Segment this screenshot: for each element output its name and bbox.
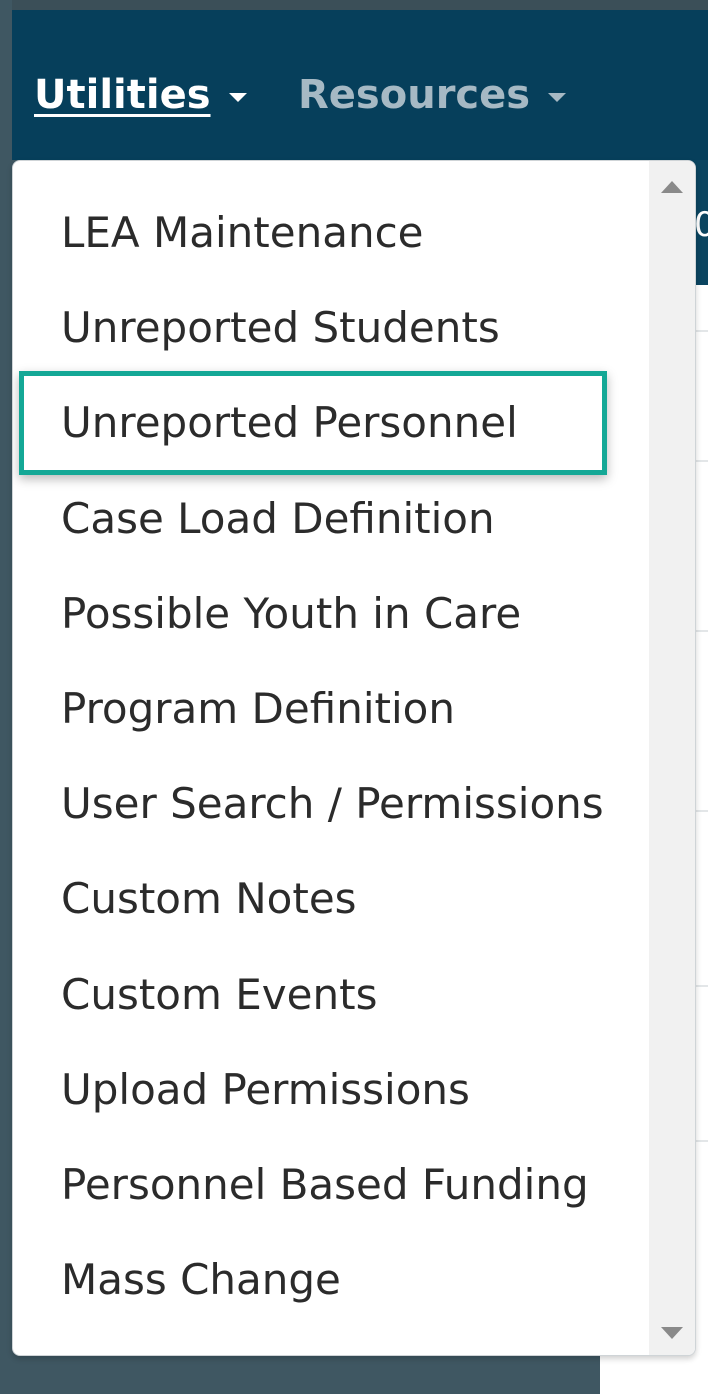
menu-item-user-search-permissions[interactable]: User Search / Permissions <box>13 756 653 851</box>
menu-item-possible-youth-in-care[interactable]: Possible Youth in Care <box>13 566 653 661</box>
top-navbar: Utilities Resources <box>12 0 708 160</box>
menu-item-unreported-personnel[interactable]: Unreported Personnel <box>13 375 653 470</box>
menu-item-personnel-based-funding[interactable]: Personnel Based Funding <box>13 1137 653 1232</box>
scroll-up-arrow-icon[interactable] <box>661 181 683 193</box>
utilities-dropdown-menu: LEA Maintenance Unreported Students Unre… <box>12 160 696 1356</box>
menu-item-custom-events[interactable]: Custom Events <box>13 947 653 1042</box>
nav-resources-label: Resources <box>298 72 531 118</box>
page-edge <box>0 0 12 1394</box>
menu-item-unreported-students[interactable]: Unreported Students <box>13 280 653 375</box>
caret-down-icon <box>548 92 567 102</box>
menu-item-case-load-definition[interactable]: Case Load Definition <box>13 471 653 566</box>
dropdown-scrollbar[interactable] <box>649 161 695 1355</box>
menu-item-custom-notes[interactable]: Custom Notes <box>13 851 653 946</box>
navbar-top-edge <box>12 0 708 10</box>
nav-utilities-label: Utilities <box>34 72 211 118</box>
menu-item-upload-permissions[interactable]: Upload Permissions <box>13 1042 653 1137</box>
nav-utilities-menu[interactable]: Utilities <box>34 70 247 120</box>
scroll-down-arrow-icon[interactable] <box>661 1327 683 1339</box>
menu-list: LEA Maintenance Unreported Students Unre… <box>13 185 653 1327</box>
caret-down-icon <box>228 92 247 102</box>
background-partial-text: 0 <box>694 205 708 245</box>
menu-item-program-definition[interactable]: Program Definition <box>13 661 653 756</box>
nav-resources-menu[interactable]: Resources <box>298 70 567 120</box>
menu-item-lea-maintenance[interactable]: LEA Maintenance <box>13 185 653 280</box>
menu-item-mass-change[interactable]: Mass Change <box>13 1232 653 1327</box>
